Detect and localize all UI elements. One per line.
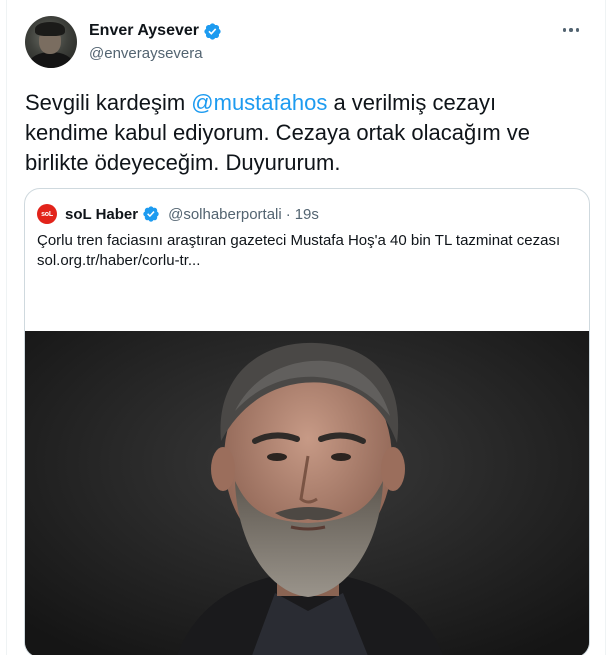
- quoted-display-name[interactable]: soL Haber: [65, 206, 138, 223]
- tweet-text: Sevgili kardeşim @mustafahos a verilmiş …: [25, 88, 585, 178]
- sol-logo-icon: soL: [37, 204, 57, 224]
- quoted-timestamp[interactable]: 19s: [295, 206, 319, 223]
- quoted-tweet-body: Çorlu tren faciasını araştıran gazeteci …: [37, 231, 577, 271]
- verified-badge-icon: [204, 22, 221, 40]
- more-options-icon[interactable]: [557, 20, 585, 40]
- tweet-card: Enver Aysever @enveraysevera Sevgili kar…: [6, 0, 606, 655]
- author-avatar[interactable]: [25, 16, 77, 68]
- author-name-row: Enver Aysever: [89, 20, 222, 42]
- more-dot: [575, 28, 580, 32]
- dot-separator: ·: [285, 205, 291, 223]
- avatar-shoulders: [29, 52, 73, 68]
- avatar-hair: [35, 22, 65, 36]
- tweet-header: Enver Aysever @enveraysevera: [25, 16, 587, 72]
- quoted-tweet-photo[interactable]: [25, 331, 589, 655]
- tweet-text-start: Sevgili kardeşim: [25, 90, 192, 115]
- more-dot: [562, 28, 567, 32]
- author-handle[interactable]: @enveraysevera: [89, 45, 222, 62]
- quoted-tweet-header: soL soL Haber @solhaberportali · 19s: [37, 203, 319, 225]
- man-portrait-illustration: [25, 331, 589, 655]
- more-dot: [569, 28, 573, 32]
- mention-link[interactable]: @mustafahos: [191, 90, 327, 115]
- author-display-name[interactable]: Enver Aysever: [89, 22, 199, 40]
- author-name-block: Enver Aysever @enveraysevera: [89, 20, 222, 62]
- quoted-tweet-link[interactable]: sol.org.tr/haber/corlu-tr...: [37, 251, 577, 271]
- quoted-tweet-text: Çorlu tren faciasını araştıran gazeteci …: [37, 232, 561, 249]
- quoted-handle[interactable]: @solhaberportali: [168, 206, 282, 223]
- verified-badge-icon: [143, 206, 159, 222]
- quoted-tweet[interactable]: soL soL Haber @solhaberportali · 19s Çor…: [24, 188, 590, 655]
